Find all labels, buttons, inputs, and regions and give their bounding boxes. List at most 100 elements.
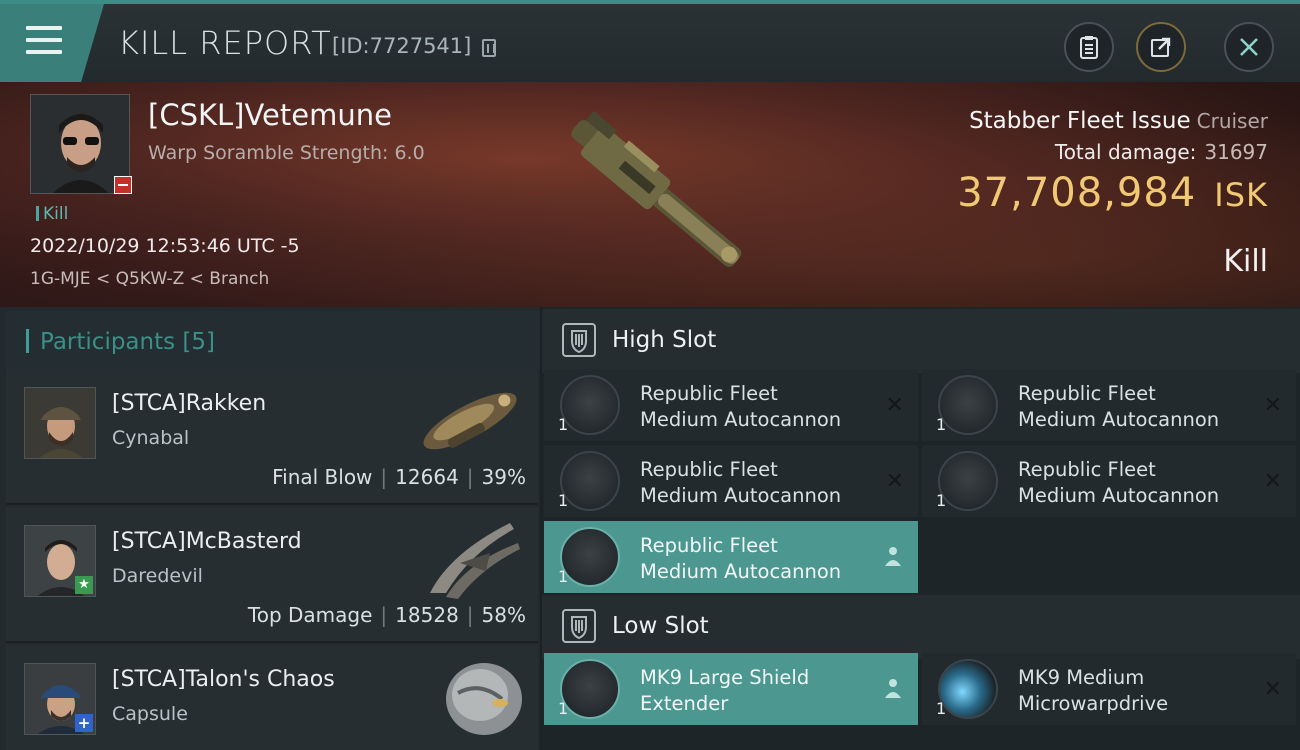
high-slot-header: High Slot <box>542 309 1300 373</box>
module-name: Republic Fleet Medium Autocannon <box>640 457 841 509</box>
module-name: MK9 Medium Microwarpdrive <box>1018 665 1168 717</box>
module-name: Republic Fleet Medium Autocannon <box>1018 457 1219 509</box>
participant-stats: Final Blow | 12664 | 39% <box>272 465 526 489</box>
total-damage-label: Total damage: <box>1054 140 1197 164</box>
victim-ship: Stabber Fleet Issue Cruiser <box>969 108 1268 134</box>
module-name-line1: Republic Fleet <box>1018 382 1156 405</box>
warp-scramble-strength: Warp Soramble Strength: 6.0 <box>148 142 425 164</box>
low-slot-label: Low Slot <box>612 613 709 639</box>
pilot-icon <box>885 679 901 698</box>
participants-header[interactable]: Participants [5] <box>6 311 540 369</box>
low-slot-module[interactable]: 1 MK9 Medium Microwarpdrive ✕ <box>922 653 1296 725</box>
high-slot-module[interactable]: 1 Republic Fleet Medium Autocannon ✕ <box>922 369 1296 441</box>
destroyed-icon: ✕ <box>1263 677 1282 702</box>
participant-row[interactable]: + [STCA]Talon's Chaos Capsule <box>6 645 538 750</box>
module-qty: 1 <box>558 699 569 718</box>
autocannon-icon <box>560 451 620 511</box>
module-name: MK9 Large Shield Extender <box>640 665 809 717</box>
copy-icon[interactable] <box>482 39 496 57</box>
module-name-line1: Republic Fleet <box>640 534 778 557</box>
module-name: Republic Fleet Medium Autocannon <box>1018 381 1219 433</box>
participant-percent: 39% <box>481 465 526 489</box>
module-name-line1: MK9 Large Shield <box>640 666 810 689</box>
total-damage-value: 31697 <box>1204 140 1268 164</box>
participant-row[interactable]: [STCA]Rakken Cynabal Final Blow | 12664 | 39… <box>6 369 538 505</box>
high-slot-module[interactable]: 1 Republic Fleet Medium Autocannon ✕ <box>544 369 918 441</box>
participant-name: [STCA]McBasterd <box>112 529 302 554</box>
participant-ship-image <box>430 523 520 599</box>
participant-role: Top Damage <box>247 603 373 627</box>
destroyed-icon: ✕ <box>1263 393 1282 418</box>
low-slot-module[interactable]: 1 MK9 Large Shield Extender <box>544 653 918 725</box>
module-name-line1: MK9 Medium <box>1018 666 1145 689</box>
share-button[interactable] <box>1136 22 1186 72</box>
module-qty: 1 <box>936 699 947 718</box>
clipboard-icon <box>1080 36 1098 59</box>
module-name-line2: Medium Autocannon <box>1018 484 1220 507</box>
participant-ship-image <box>446 663 522 735</box>
module-qty: 1 <box>558 415 569 434</box>
top-bar: KILL REPORT [ID:7727541] <box>0 0 1300 82</box>
destroyed-icon: ✕ <box>1263 469 1282 494</box>
avatar: ★ <box>24 525 96 597</box>
module-qty: 1 <box>558 567 569 586</box>
plus-icon: + <box>75 714 93 732</box>
participant-role: Final Blow <box>272 465 373 489</box>
close-button[interactable] <box>1224 22 1274 72</box>
isk-unit: ISK <box>1214 176 1268 214</box>
shield-slot-icon <box>562 609 596 643</box>
participants-title: Participants [5] <box>40 329 215 355</box>
kill-result: Kill <box>1223 244 1268 279</box>
participant-ship: Daredevil <box>112 565 203 587</box>
victim-ship-image[interactable] <box>540 90 770 300</box>
kill-banner: [CSKL]Vetemune Warp Soramble Strength: 6… <box>0 82 1300 307</box>
participant-name: [STCA]Rakken <box>112 391 267 416</box>
participant-stats: Top Damage | 18528 | 58% <box>247 603 526 627</box>
participant-damage: 12664 <box>395 465 459 489</box>
victim-ship-name: Stabber Fleet Issue <box>969 108 1191 134</box>
module-name-line2: Extender <box>640 692 729 715</box>
module-qty: 1 <box>936 491 947 510</box>
report-id: [ID:7727541] <box>332 34 472 58</box>
clipboard-button[interactable] <box>1064 22 1114 72</box>
participant-name: [STCA]Talon's Chaos <box>112 667 335 692</box>
participant-ship-image <box>423 392 517 450</box>
victim-name[interactable]: [CSKL]Vetemune <box>148 98 392 132</box>
participant-row[interactable]: ★ [STCA]McBasterd Daredevil Top Damage | 1… <box>6 507 538 643</box>
module-name-line2: Microwarpdrive <box>1018 692 1169 715</box>
kill-datetime: 2022/10/29 12:53:46 UTC -5 <box>30 235 300 257</box>
high-slot-label: High Slot <box>612 327 717 353</box>
destroyed-icon: ✕ <box>885 393 904 418</box>
module-qty: 1 <box>558 491 569 510</box>
module-name-line1: Republic Fleet <box>640 382 778 405</box>
microwarpdrive-icon <box>938 659 998 719</box>
shield-slot-icon <box>562 323 596 357</box>
pilot-icon <box>885 547 901 566</box>
menu-button[interactable] <box>0 4 104 82</box>
module-name-line2: Medium Autocannon <box>640 484 842 507</box>
low-slot-header: Low Slot <box>542 595 1300 659</box>
participants-panel: Participants [5] [STCA]Rakken Cynabal Fi… <box>0 307 540 750</box>
high-slot-module[interactable]: 1 Republic Fleet Medium Autocannon ✕ <box>922 445 1296 517</box>
module-name: Republic Fleet Medium Autocannon <box>640 533 841 585</box>
kill-tag: Kill <box>36 204 68 224</box>
autocannon-icon <box>938 451 998 511</box>
high-slot-module[interactable]: 1 Republic Fleet Medium Autocannon ✕ <box>544 445 918 517</box>
avatar: + <box>24 663 96 735</box>
module-name-line2: Medium Autocannon <box>640 408 842 431</box>
total-damage: Total damage: 31697 <box>1055 140 1268 164</box>
module-name-line2: Medium Autocannon <box>640 560 842 583</box>
share-icon <box>1151 37 1171 57</box>
autocannon-icon <box>560 527 620 587</box>
menu-icon <box>26 26 62 56</box>
shield-extender-icon <box>560 659 620 719</box>
high-slot-module[interactable]: 1 Republic Fleet Medium Autocannon <box>544 521 918 593</box>
kill-location: 1G-MJE < Q5KW-Z < Branch <box>30 269 270 289</box>
participants-count: [5] <box>182 329 216 355</box>
module-name-line1: Republic Fleet <box>640 458 778 481</box>
avatar <box>24 387 96 459</box>
module-name-line2: Medium Autocannon <box>1018 408 1220 431</box>
isk-amount: 37,708,984 <box>957 170 1197 216</box>
module-qty: 1 <box>936 415 947 434</box>
page-title: KILL REPORT <box>118 24 332 62</box>
